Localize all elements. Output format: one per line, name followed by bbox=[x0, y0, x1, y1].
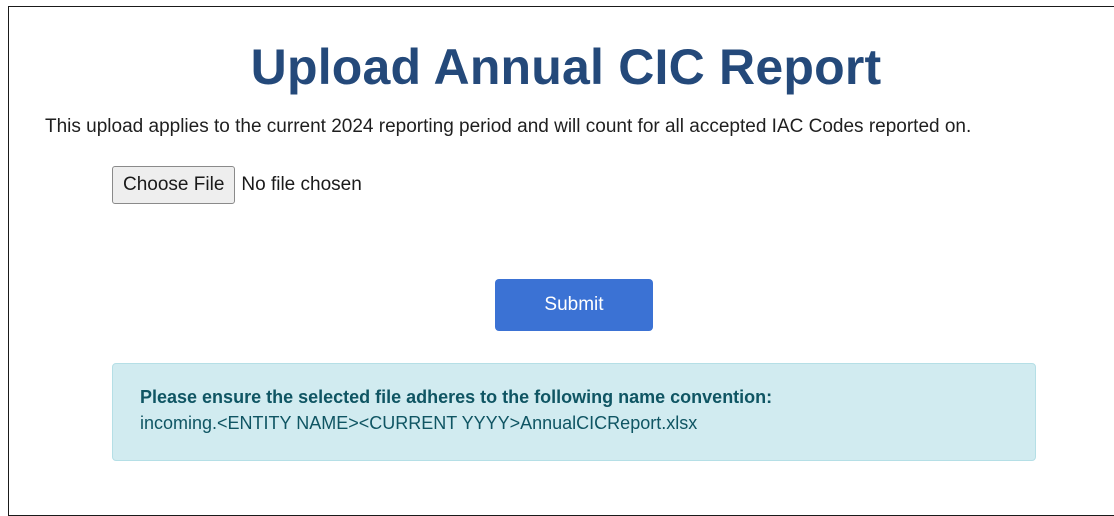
notice-filename-pattern: incoming.<ENTITY NAME><CURRENT YYYY>Annu… bbox=[140, 413, 698, 433]
choose-file-button[interactable]: Choose File bbox=[112, 166, 236, 204]
submit-button[interactable]: Submit bbox=[495, 279, 653, 331]
page-title: Upload Annual CIC Report bbox=[250, 39, 882, 95]
file-status-text: No file chosen bbox=[241, 174, 362, 195]
upload-panel: Upload Annual CIC Report This upload app… bbox=[8, 6, 1114, 516]
notice-heading: Please ensure the selected file adheres … bbox=[140, 387, 773, 407]
file-input: Choose File No file chosen bbox=[112, 166, 362, 204]
page-description: This upload applies to the current 2024 … bbox=[45, 116, 972, 137]
naming-convention-notice: Please ensure the selected file adheres … bbox=[112, 363, 1036, 461]
